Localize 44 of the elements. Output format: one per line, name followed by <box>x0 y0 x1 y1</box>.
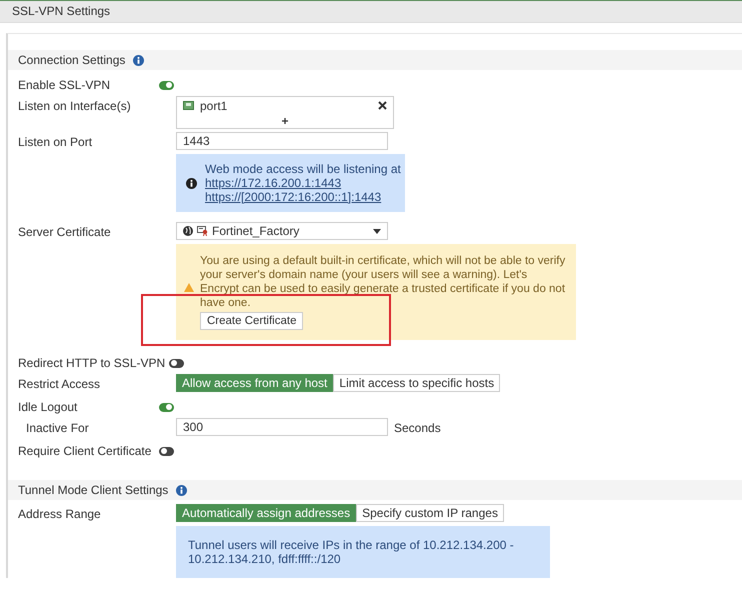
option-button[interactable]: Limit access to specific hosts <box>333 374 500 392</box>
field-label: Listen on Interface(s) <box>18 98 132 115</box>
interface-name: port1 <box>200 98 228 112</box>
field-label: Enable SSL-VPN <box>18 78 112 92</box>
caret-icon <box>373 228 381 234</box>
input-field[interactable]: 300 <box>176 418 388 436</box>
field-label: Restrict Access <box>18 376 102 393</box>
info-text: Web mode access will be listening at <box>205 162 401 176</box>
toggle-switch[interactable] <box>159 446 174 456</box>
input-field[interactable]: 1443 <box>176 132 388 150</box>
warning-text: You are using a default built-in certificate, which will not be able to verify your server's domain name (your users will see a warning). Let's Encrypt can be used to easily generate a trusted certificate if you do not have one. <box>200 254 566 310</box>
add-button[interactable]: + <box>281 114 288 128</box>
option-button[interactable]: Automatically assign addresses <box>176 504 356 522</box>
url-link[interactable]: https://[2000:172:16:200::1]:1443 <box>205 190 382 204</box>
option-button[interactable]: Specify custom IP ranges <box>356 504 504 522</box>
info-icon <box>176 484 188 496</box>
window-title: SSL-VPN Settings <box>0 0 742 23</box>
close-icon[interactable] <box>378 101 387 110</box>
warning-icon <box>184 283 194 292</box>
info-icon <box>133 54 144 66</box>
dropdown-value: Fortinet_Factory <box>212 224 300 238</box>
info-icon <box>186 178 197 188</box>
certificate-dropdown[interactable]: Fortinet_Factory <box>176 222 388 240</box>
section-title: Connection Settings <box>18 53 126 67</box>
info-text: Tunnel users will receive IPs in the range of 10.212.134.200 - 10.212.134.210, fdff:ffff::/120 <box>188 538 515 566</box>
toggle-switch[interactable] <box>159 402 174 412</box>
globe-icon <box>183 226 193 236</box>
field-label: Redirect HTTP to SSL-VPN <box>18 356 166 370</box>
certificate-icon <box>197 226 208 236</box>
field-label: Inactive For <box>25 420 90 437</box>
field-label: Listen on Port <box>18 134 94 151</box>
interface-list[interactable]: port1 + <box>176 96 394 129</box>
url-link[interactable]: https://172.16.200.1:1443 <box>205 176 342 190</box>
field-label: Require Client Certificate <box>18 444 152 458</box>
option-button[interactable]: Allow access from any host <box>176 374 334 392</box>
create-certificate-button[interactable]: Create Certificate <box>200 312 304 330</box>
port-icon <box>183 101 194 110</box>
field-label: Idle Logout <box>18 400 78 414</box>
field-label: Server Certificate <box>18 224 112 241</box>
unit-label: Seconds <box>393 420 441 437</box>
section-title: Tunnel Mode Client Settings <box>18 483 168 497</box>
field-label: Address Range <box>18 506 102 523</box>
toggle-switch[interactable] <box>169 358 184 368</box>
toggle-switch[interactable] <box>159 80 174 90</box>
